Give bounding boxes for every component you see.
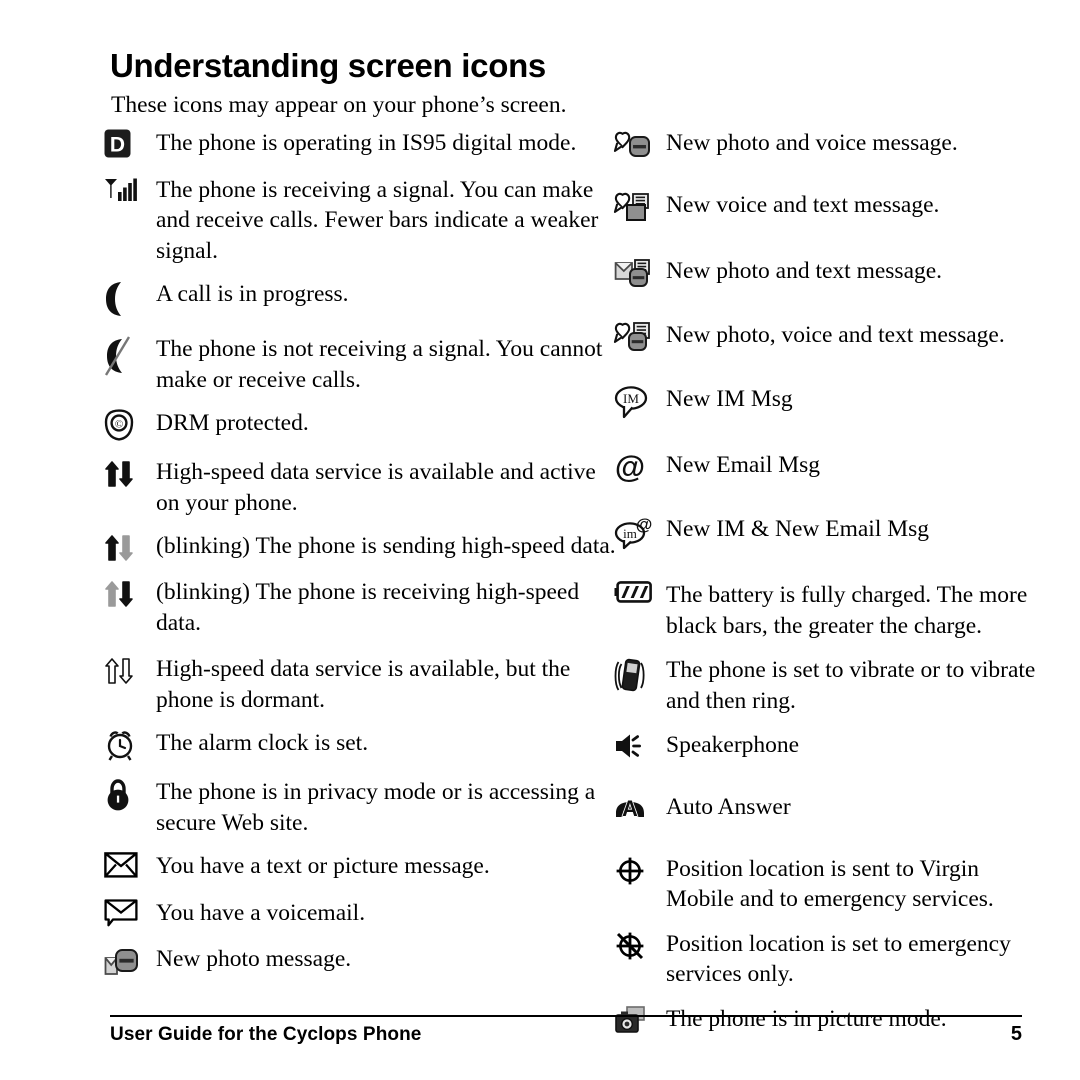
icon-description: DRM protected. <box>156 410 309 436</box>
alarm-clock-icon <box>104 728 156 761</box>
footer-page-number: 5 <box>1010 1023 1022 1045</box>
icon-description: New photo message. <box>156 946 352 972</box>
icon-legend-row: The phone is in privacy mode or is acces… <box>104 777 616 838</box>
new-im-email-icon: im @ <box>614 514 666 550</box>
icon-legend-row: You have a voicemail. <box>104 898 616 929</box>
icon-legend-row: Position location is set to emergency se… <box>614 929 1044 990</box>
page-title: Understanding screen icons <box>110 47 546 84</box>
intro-text: These icons may appear on your phone’s s… <box>111 92 567 118</box>
icon-legend-row: © DRM protected. <box>104 408 616 441</box>
icon-description: The phone is in picture mode. <box>666 1005 947 1032</box>
new-im-icon: IM <box>614 384 666 419</box>
digital-mode-d-icon: D <box>104 128 156 158</box>
icon-legend-row: The phone is in picture mode. <box>614 1004 1044 1035</box>
icon-legend-row: The phone is receiving a signal. You can… <box>104 175 616 267</box>
icon-legend-row: IM New IM Msg <box>614 384 1044 419</box>
call-in-progress-icon <box>104 279 156 318</box>
icon-description: You have a text or picture message. <box>156 853 490 879</box>
auto-answer-icon: A <box>614 792 666 822</box>
icon-description: Speakerphone <box>666 732 800 758</box>
icon-description: Position location is sent to Virgin Mobi… <box>666 855 994 913</box>
footer-divider <box>110 1015 1022 1017</box>
icon-description: The phone is receiving a signal. You can… <box>156 176 599 264</box>
icon-description: Position location is set to emergency se… <box>666 930 1011 988</box>
document-page: Understanding screen icons These icons m… <box>0 0 1080 1080</box>
icon-legend-row: The battery is fully charged. The more b… <box>614 580 1044 641</box>
voice-text-message-icon <box>613 190 666 225</box>
icon-description: High-speed data service is available, bu… <box>156 656 571 713</box>
icon-legend-row: New photo message. <box>104 944 616 977</box>
icon-description: The phone is not receiving a signal. You… <box>156 336 603 393</box>
signal-strength-icon <box>104 175 156 206</box>
footer-guide-title: User Guide for the Cyclops Phone <box>110 1024 422 1045</box>
position-location-911-icon <box>614 929 666 962</box>
highspeed-dormant-icon <box>104 654 156 687</box>
icon-description: The phone is in privacy mode or is acces… <box>156 779 596 836</box>
icon-description: The battery is fully charged. The more b… <box>666 582 1028 639</box>
icon-description: (blinking) The phone is sending high-spe… <box>156 533 616 559</box>
icon-legend-row: im @ New IM & New Email Msg <box>614 514 1044 550</box>
icon-legend-row: New voice and text message. <box>613 190 1044 225</box>
drm-protected-icon: © <box>104 408 156 441</box>
icon-description: A call is in progress. <box>156 281 349 307</box>
icon-legend-row: High-speed data service is available and… <box>104 457 616 518</box>
vibrate-icon <box>614 655 666 696</box>
icon-description: You have a voicemail. <box>156 899 366 926</box>
icon-legend-row: You have a text or picture message. <box>104 851 616 882</box>
icon-legend-row: The phone is not receiving a signal. You… <box>104 334 616 395</box>
svg-text:@: @ <box>636 515 653 534</box>
svg-text:A: A <box>622 796 638 821</box>
icon-legend-row: New photo and voice message. <box>613 128 1044 159</box>
text-message-icon <box>104 851 156 878</box>
svg-text:IM: IM <box>623 391 639 406</box>
icon-description: (blinking) The phone is receiving high-s… <box>156 579 580 636</box>
svg-text:@: @ <box>615 449 645 484</box>
icon-legend-row: A call is in progress. <box>104 279 616 318</box>
highspeed-sending-icon <box>104 531 156 564</box>
icon-list-left-column: D The phone is operating in IS95 digital … <box>104 128 616 993</box>
svg-text:D: D <box>110 133 125 156</box>
icon-legend-row: D The phone is operating in IS95 digital … <box>104 128 616 159</box>
icon-legend-row: Speakerphone <box>614 730 1044 761</box>
icon-description: The phone is operating in IS95 digital m… <box>156 130 577 156</box>
icon-description: The alarm clock is set. <box>156 730 369 756</box>
icon-legend-row: @ New Email Msg <box>614 449 1044 484</box>
icon-legend-row: (blinking) The phone is receiving high-s… <box>104 577 616 638</box>
icon-description: New photo and voice message. <box>666 130 958 156</box>
icon-legend-row: The alarm clock is set. <box>104 728 616 761</box>
new-photo-message-icon <box>104 944 156 977</box>
svg-text:©: © <box>115 419 123 431</box>
icon-description: New photo and text message. <box>666 258 943 284</box>
icon-legend-row: A Auto Answer <box>614 792 1044 823</box>
icon-legend-row: New photo, voice and text message. <box>613 320 1044 353</box>
battery-full-icon <box>614 580 666 603</box>
highspeed-receiving-icon <box>104 577 156 610</box>
icon-description: New IM & New Email Msg <box>666 516 930 542</box>
highspeed-active-icon <box>104 457 156 490</box>
icon-description: New Email Msg <box>666 452 821 478</box>
photo-text-message-icon <box>614 256 666 289</box>
icon-description: New photo, voice and text message. <box>666 322 1005 348</box>
new-email-icon: @ <box>614 449 666 484</box>
icon-legend-row: Position location is sent to Virgin Mobi… <box>614 854 1044 915</box>
icon-description: Auto Answer <box>666 794 791 820</box>
picture-mode-icon <box>614 1004 666 1035</box>
photo-voice-text-message-icon <box>613 320 666 353</box>
icon-list-right-column: New photo and voice message. New voice an… <box>613 128 1044 1066</box>
privacy-lock-icon <box>104 777 156 812</box>
voicemail-icon <box>104 898 156 927</box>
icon-description: New IM Msg <box>666 386 793 412</box>
icon-legend-row: High-speed data service is available, bu… <box>104 654 616 715</box>
icon-legend-row: The phone is set to vibrate or to vibrat… <box>614 655 1044 716</box>
icon-description: New voice and text message. <box>666 192 940 218</box>
icon-description: High-speed data service is available and… <box>156 459 596 516</box>
photo-voice-message-icon <box>613 128 666 159</box>
icon-description: The phone is set to vibrate or to vibrat… <box>666 657 1036 714</box>
icon-legend-row: New photo and text message. <box>614 256 1044 289</box>
position-location-on-icon <box>614 854 666 887</box>
icon-legend-row: (blinking) The phone is sending high-spe… <box>104 531 616 564</box>
speakerphone-icon <box>614 730 666 761</box>
no-signal-icon <box>104 334 156 377</box>
